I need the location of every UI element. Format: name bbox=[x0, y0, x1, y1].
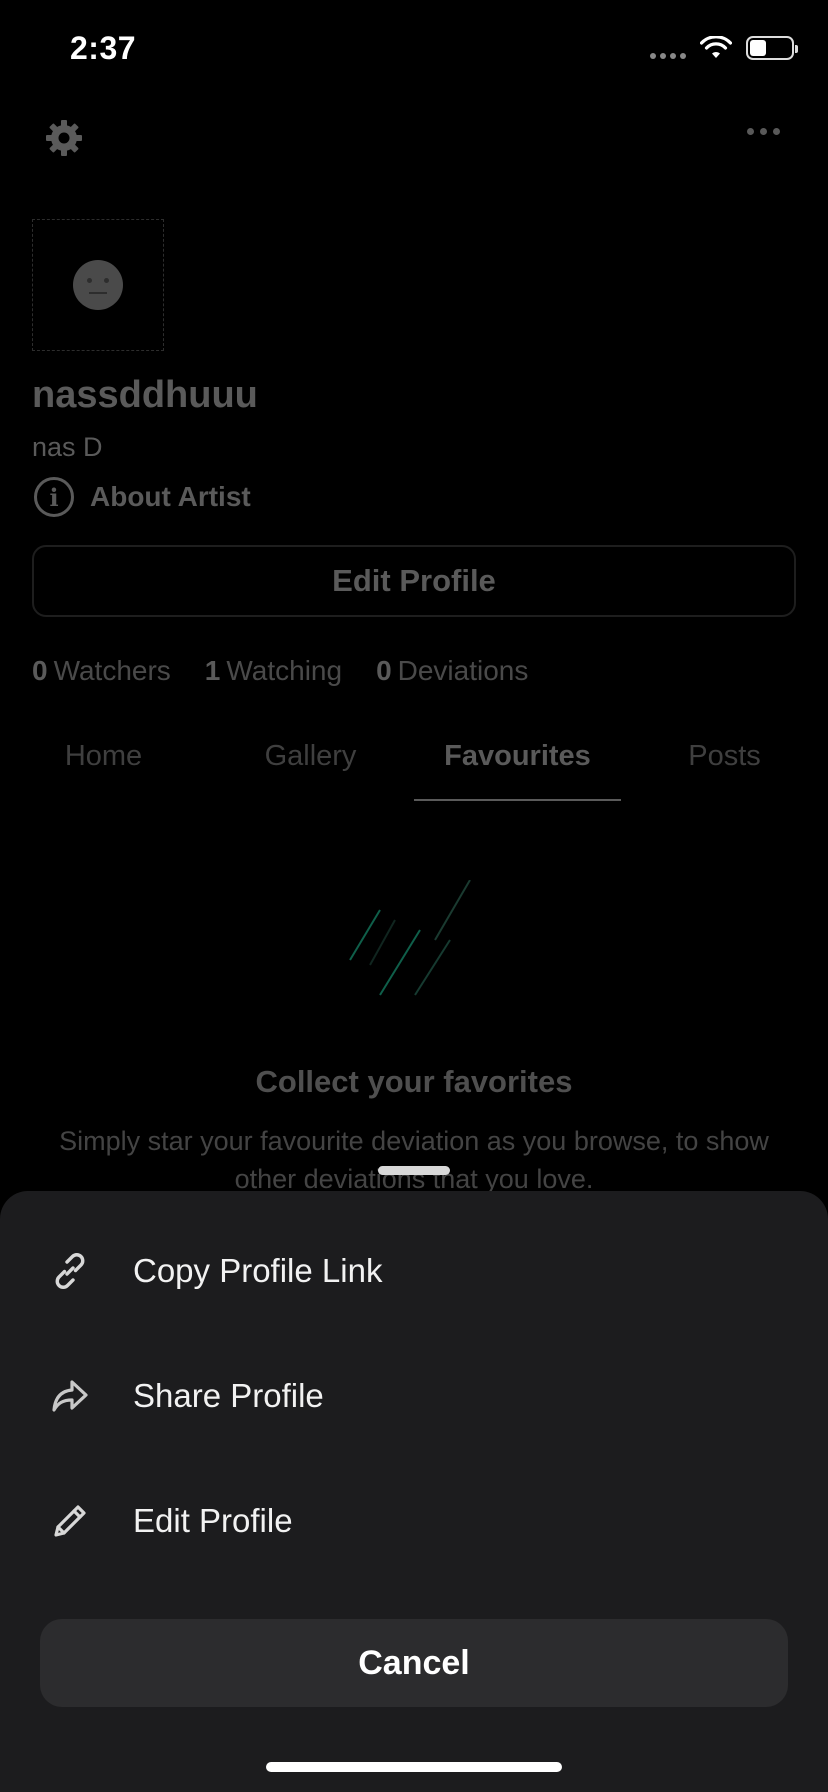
tab-home[interactable]: Home bbox=[0, 740, 207, 801]
sheet-grabber[interactable] bbox=[378, 1166, 450, 1175]
favourites-empty-illustration bbox=[349, 880, 471, 996]
stat-watchers[interactable]: 0 Watchers bbox=[32, 655, 171, 687]
more-options-icon[interactable] bbox=[747, 128, 780, 135]
status-time: 2:37 bbox=[70, 30, 137, 66]
tab-favourites[interactable]: Favourites bbox=[414, 740, 621, 801]
menu-item-label: Share Profile bbox=[133, 1377, 324, 1414]
display-name: nas D bbox=[32, 432, 103, 462]
avatar-face-icon bbox=[73, 260, 123, 310]
share-profile-item[interactable]: Share Profile bbox=[0, 1346, 828, 1446]
battery-icon bbox=[746, 36, 798, 60]
wifi-icon bbox=[700, 36, 732, 58]
signal-icon bbox=[650, 37, 686, 59]
edit-profile-button[interactable]: Edit Profile bbox=[32, 545, 796, 617]
stat-count: 0 bbox=[32, 655, 48, 686]
stat-count: 1 bbox=[204, 655, 221, 686]
profile-screen: 2:37 nassddhuuu nas D i About Artist Edi… bbox=[0, 0, 828, 1792]
copy-profile-link-item[interactable]: Copy Profile Link bbox=[0, 1221, 828, 1321]
about-artist-link[interactable]: i About Artist bbox=[34, 477, 251, 517]
about-artist-label: About Artist bbox=[90, 481, 251, 512]
tab-gallery[interactable]: Gallery bbox=[207, 740, 414, 801]
stat-deviations[interactable]: 0 Deviations bbox=[376, 655, 528, 687]
stat-label: Watchers bbox=[53, 655, 171, 686]
stat-watching[interactable]: 1 Watching bbox=[205, 655, 342, 687]
empty-state-title: Collect your favorites bbox=[255, 1064, 573, 1099]
share-icon bbox=[46, 1372, 94, 1420]
home-indicator[interactable] bbox=[266, 1762, 562, 1772]
stat-count: 0 bbox=[376, 655, 392, 686]
info-icon: i bbox=[34, 477, 74, 517]
edit-profile-item[interactable]: Edit Profile bbox=[0, 1471, 828, 1571]
link-icon bbox=[46, 1247, 94, 1295]
username: nassddhuuu bbox=[32, 374, 258, 416]
profile-tabs: Home Gallery Favourites Posts bbox=[0, 740, 828, 801]
empty-state-description: Simply star your favourite deviation as … bbox=[59, 1126, 769, 1194]
menu-item-label: Copy Profile Link bbox=[133, 1252, 383, 1289]
stat-label: Watching bbox=[226, 655, 343, 686]
tab-posts[interactable]: Posts bbox=[621, 740, 828, 801]
status-icons bbox=[650, 36, 798, 60]
menu-item-label: Edit Profile bbox=[133, 1502, 293, 1539]
stat-label: Deviations bbox=[397, 655, 529, 686]
cancel-button[interactable]: Cancel bbox=[40, 1619, 788, 1707]
profile-stats: 0 Watchers 1 Watching 0 Deviations bbox=[32, 655, 528, 687]
avatar[interactable] bbox=[32, 219, 164, 351]
pencil-icon bbox=[46, 1497, 94, 1545]
gear-icon[interactable] bbox=[44, 118, 84, 158]
